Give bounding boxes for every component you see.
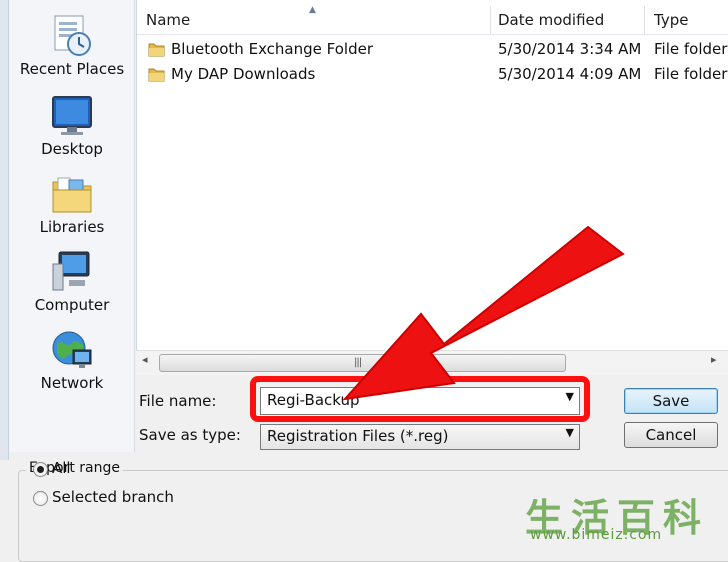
libraries-icon <box>49 172 95 216</box>
place-label: Computer <box>34 296 110 314</box>
save-button[interactable]: Save <box>624 388 718 414</box>
place-label: Network <box>40 374 104 392</box>
place-network[interactable]: Network <box>10 328 134 392</box>
place-libraries[interactable]: Libraries <box>10 172 134 236</box>
folder-icon <box>148 43 165 57</box>
scroll-right-icon[interactable]: ▸ <box>711 353 717 366</box>
file-list[interactable]: ▲ Name Date modified Type Bluetooth Exch… <box>136 0 728 375</box>
chevron-down-icon[interactable]: ▼ <box>566 426 574 439</box>
selected-branch-radio[interactable] <box>33 491 48 506</box>
place-label: Libraries <box>39 218 105 236</box>
all-radio[interactable] <box>33 462 48 477</box>
file-type: File folder <box>654 40 728 58</box>
all-label[interactable]: All <box>52 459 71 477</box>
scroll-grip-icon: ||| <box>354 357 362 368</box>
list-item[interactable]: My DAP Downloads 5/30/2014 4:09 AM File … <box>137 62 728 87</box>
column-header: ▲ Name Date modified Type <box>137 0 728 35</box>
computer-icon <box>49 250 95 294</box>
horizontal-scrollbar[interactable]: ◂ ||| ▸ <box>136 350 728 375</box>
file-type: File folder <box>654 65 728 83</box>
recent-places-icon <box>49 14 95 58</box>
sort-ascending-icon: ▲ <box>309 5 316 15</box>
desktop-icon <box>49 94 95 138</box>
place-computer[interactable]: Computer <box>10 250 134 314</box>
save-type-select[interactable]: Registration Files (*.reg) ▼ <box>260 424 580 450</box>
column-name[interactable]: Name <box>146 0 190 34</box>
save-type-value: Registration Files (*.reg) <box>267 427 449 445</box>
file-name: My DAP Downloads <box>171 65 316 83</box>
place-recent-places[interactable]: Recent Places <box>10 14 134 78</box>
window-edge <box>0 0 9 460</box>
watermark-url: www.bimeiz.com <box>530 527 663 543</box>
save-type-label: Save as type: <box>139 426 241 444</box>
network-icon <box>49 328 95 372</box>
file-date: 5/30/2014 3:34 AM <box>498 40 642 58</box>
scroll-thumb[interactable]: ||| <box>159 354 566 372</box>
selected-branch-label[interactable]: Selected branch <box>52 488 174 506</box>
file-name-label: File name: <box>139 392 217 410</box>
column-date-modified[interactable]: Date modified <box>498 0 604 34</box>
file-date: 5/30/2014 4:09 AM <box>498 65 642 83</box>
scroll-left-icon[interactable]: ◂ <box>142 353 148 366</box>
file-name: Bluetooth Exchange Folder <box>171 40 374 58</box>
column-divider[interactable] <box>644 6 645 34</box>
place-label: Recent Places <box>19 60 125 78</box>
watermark: 生活百科 www.bimeiz.com <box>525 487 725 545</box>
place-desktop[interactable]: Desktop <box>10 94 134 158</box>
cancel-button[interactable]: Cancel <box>624 422 718 448</box>
folder-icon <box>148 68 165 82</box>
place-label: Desktop <box>41 140 103 158</box>
column-type[interactable]: Type <box>654 0 688 34</box>
highlight-box <box>250 376 590 422</box>
list-item[interactable]: Bluetooth Exchange Folder 5/30/2014 3:34… <box>137 37 728 62</box>
column-divider[interactable] <box>490 6 491 34</box>
